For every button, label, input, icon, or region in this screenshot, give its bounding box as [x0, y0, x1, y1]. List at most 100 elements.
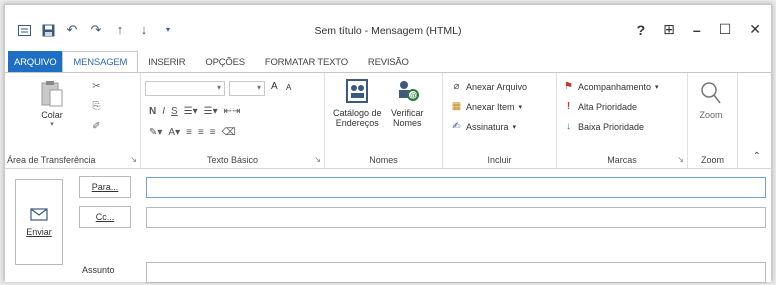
paperclip-icon: ⌀	[453, 81, 460, 92]
clipboard-launcher-icon[interactable]: ↘	[130, 155, 137, 164]
tab-review[interactable]: REVISÃO	[358, 51, 419, 73]
cc-field[interactable]	[146, 207, 766, 228]
chevron-down-icon: ▾	[256, 83, 261, 92]
font-color-icon[interactable]: A▾	[168, 127, 180, 138]
group-names-label: Nomes	[369, 155, 398, 165]
group-names: Catálogo de Endereços @ Verificar Nomes …	[325, 73, 443, 168]
chevron-down-icon: ▾	[216, 83, 221, 92]
tab-insert[interactable]: INSERIR	[138, 51, 195, 73]
low-importance-icon: ↓	[566, 121, 571, 132]
zoom-label: Zoom	[699, 110, 723, 120]
bullets-icon[interactable]: ☰▾	[184, 106, 198, 117]
signature-button[interactable]: ✍ Assinatura ▾	[451, 121, 516, 132]
italic-button[interactable]: I	[162, 106, 165, 117]
low-importance-label: Baixa Prioridade	[578, 121, 645, 132]
compose-area: Enviar Para... Cc... Assunto	[5, 170, 771, 283]
flag-icon: ⚑	[564, 81, 573, 92]
title-bar: ↶ ↷ ↑ ↓ ▾ Sem título - Mensagem (HTML) ?…	[5, 5, 771, 49]
group-basic-text: ▾ ▾ A A N I S ☰▾ ☰▾ ⇤⇥ ✎▾ A▾ ≡ ≡ ≡ ⌫ Tex…	[141, 73, 325, 168]
collapse-ribbon-icon[interactable]: ⌃	[753, 151, 761, 162]
attach-item-icon: ▦	[451, 101, 462, 112]
ribbon: Colar ▾ ✂ ⎘ ✐ Área de Transferência ↘ ▾ …	[5, 72, 771, 169]
highlight-icon[interactable]: ✎▾	[149, 127, 162, 138]
paste-button[interactable]: Colar ▾	[39, 79, 65, 128]
followup-label: Acompanhamento	[578, 81, 652, 92]
send-icon	[30, 208, 48, 221]
attach-item-label: Anexar Item	[466, 101, 515, 112]
font-name-combo[interactable]: ▾	[145, 81, 225, 96]
to-button[interactable]: Para...	[79, 176, 131, 198]
group-include: ⌀ Anexar Arquivo ▦ Anexar Item ▾ ✍ Assin…	[443, 73, 557, 168]
align-right-icon[interactable]: ≡	[210, 127, 216, 138]
format-row: N I S ☰▾ ☰▾ ⇤⇥	[149, 106, 240, 117]
followup-button[interactable]: ⚑ Acompanhamento ▾	[563, 81, 659, 92]
chevron-down-icon: ▾	[512, 123, 517, 131]
close-icon[interactable]: ✕	[749, 21, 761, 38]
font-size-combo[interactable]: ▾	[229, 81, 265, 96]
signature-icon: ✍	[452, 121, 461, 132]
signature-label: Assinatura	[466, 121, 509, 132]
tab-options[interactable]: OPÇÕES	[195, 51, 254, 73]
cc-label: Cc...	[95, 212, 115, 222]
attach-file-label: Anexar Arquivo	[466, 81, 528, 92]
tab-file[interactable]: ARQUIVO	[8, 51, 63, 73]
high-importance-button[interactable]: ! Alta Prioridade	[563, 101, 637, 112]
paste-label: Colar	[41, 110, 63, 120]
color-align-row: ✎▾ A▾ ≡ ≡ ≡ ⌫	[149, 127, 236, 138]
group-zoom-label: Zoom	[700, 155, 724, 165]
maximize-icon[interactable]: ☐	[719, 21, 732, 38]
align-left-icon[interactable]: ≡	[186, 127, 192, 138]
minimize-icon[interactable]: –	[693, 22, 701, 38]
address-book-label-2: Endereços	[335, 118, 379, 128]
check-names-label-1: Verificar	[391, 108, 424, 118]
attach-file-button[interactable]: ⌀ Anexar Arquivo	[451, 81, 527, 92]
chevron-down-icon: ▾	[655, 83, 659, 91]
chevron-down-icon: ▾	[518, 103, 523, 111]
copy-icon[interactable]: ⎘	[91, 101, 102, 112]
zoom-button[interactable]: Zoom	[698, 79, 724, 120]
group-clipboard: Colar ▾ ✂ ⎘ ✐ Área de Transferência ↘	[5, 73, 141, 168]
help-icon[interactable]: ?	[637, 22, 646, 38]
subject-label: Assunto	[82, 265, 115, 275]
low-importance-button[interactable]: ↓ Baixa Prioridade	[563, 121, 644, 132]
high-importance-label: Alta Prioridade	[578, 101, 638, 112]
window-controls: ? ⊞ – ☐ ✕	[637, 21, 761, 38]
cut-icon[interactable]: ✂	[91, 81, 102, 92]
check-names-label-2: Nomes	[393, 118, 422, 128]
svg-text:@: @	[410, 93, 417, 100]
high-importance-icon: !	[566, 101, 571, 112]
clear-format-icon[interactable]: ⌫	[222, 127, 236, 138]
group-clipboard-label: Área de Transferência	[7, 155, 96, 165]
cc-button[interactable]: Cc...	[79, 206, 131, 228]
align-center-icon[interactable]: ≡	[198, 127, 204, 138]
tab-message[interactable]: MENSAGEM	[62, 51, 139, 74]
subject-field[interactable]	[146, 262, 766, 283]
message-window: ↶ ↷ ↑ ↓ ▾ Sem título - Mensagem (HTML) ?…	[4, 4, 772, 283]
send-button[interactable]: Enviar	[15, 179, 63, 265]
address-book-button[interactable]: Catálogo de Endereços	[333, 77, 382, 128]
paste-dropdown-icon[interactable]: ▾	[50, 120, 54, 128]
format-painter-icon[interactable]: ✐	[91, 121, 102, 132]
underline-button[interactable]: S	[171, 106, 178, 117]
ribbon-display-options-icon[interactable]: ⊞	[663, 21, 675, 38]
to-field[interactable]	[146, 177, 766, 198]
group-include-label: Incluir	[487, 155, 512, 165]
bold-button[interactable]: N	[149, 106, 156, 117]
grow-font-icon[interactable]: A	[271, 81, 278, 92]
address-book-icon	[346, 79, 369, 103]
attach-item-button[interactable]: ▦ Anexar Item ▾	[451, 101, 522, 112]
group-basic-text-label: Texto Básico	[206, 155, 259, 165]
group-tags-label: Marcas	[607, 155, 637, 165]
basic-text-launcher-icon[interactable]: ↘	[314, 155, 321, 164]
shrink-font-icon[interactable]: A	[286, 83, 291, 92]
to-label: Para...	[91, 182, 119, 192]
paste-icon	[41, 81, 63, 107]
check-names-icon: @	[399, 81, 420, 101]
tab-format-text[interactable]: FORMATAR TEXTO	[255, 51, 358, 73]
tags-launcher-icon[interactable]: ↘	[677, 155, 684, 164]
ribbon-tabs: ARQUIVO MENSAGEM INSERIR OPÇÕES FORMATAR…	[5, 49, 771, 74]
indent-icon[interactable]: ⇤⇥	[224, 106, 241, 117]
address-book-label-1: Catálogo de	[333, 108, 382, 118]
numbering-icon[interactable]: ☰▾	[204, 106, 218, 117]
check-names-button[interactable]: @ Verificar Nomes	[391, 77, 424, 128]
